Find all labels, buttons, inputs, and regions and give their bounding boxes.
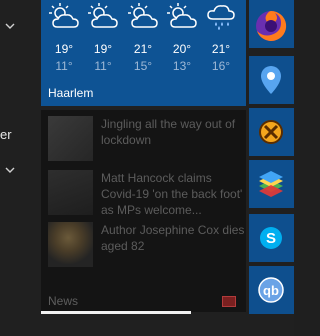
sun-cloud-icon <box>167 3 197 28</box>
start-menu: er 19° 11° 19° 11° 21° 15° 20° 13° 21° 1… <box>0 0 294 336</box>
high-temp: 20° <box>172 42 192 56</box>
forecast-day: 21° 16° <box>202 0 240 80</box>
chevron-down-icon[interactable] <box>4 20 16 32</box>
news-headline: Matt Hancock claims Covid-19 'on the bac… <box>101 171 243 217</box>
forecast-day: 19° 11° <box>84 0 122 80</box>
svg-text:qb: qb <box>263 283 279 298</box>
weather-tile[interactable]: 19° 11° 19° 11° 21° 15° 20° 13° 21° 16° … <box>41 0 246 106</box>
high-temp: 19° <box>93 42 113 56</box>
sun-cloud-icon <box>49 3 79 28</box>
rain-cloud-icon <box>207 5 235 30</box>
bluestacks-icon <box>259 171 283 197</box>
app-list-item-label[interactable]: er <box>0 127 12 142</box>
qbittorrent-icon: qb <box>258 277 284 303</box>
app-tile-bluestacks[interactable] <box>249 160 294 208</box>
svg-text:S: S <box>266 230 276 247</box>
sun-cloud-icon <box>88 3 118 28</box>
forecast-day: 19° 11° <box>45 0 83 80</box>
news-label: News <box>48 294 79 308</box>
chevron-down-icon[interactable] <box>4 164 16 176</box>
news-thumbnail <box>48 170 93 215</box>
low-temp: 13° <box>172 59 192 73</box>
app-tile-qbittorrent[interactable]: qb <box>249 266 294 314</box>
high-temp: 21° <box>133 42 153 56</box>
news-headline: Jingling all the way out of lockdown <box>101 117 236 147</box>
forecast-days: 19° 11° 19° 11° 21° 15° 20° 13° 21° 16° <box>41 0 246 80</box>
app-list-partial: er <box>0 0 36 336</box>
news-thumbnail <box>48 116 93 161</box>
skype-icon: S <box>260 227 282 249</box>
low-temp: 11° <box>94 59 112 73</box>
news-item[interactable]: Jingling all the way out of lockdown <box>48 116 240 162</box>
pie-icon <box>259 120 283 144</box>
low-temp: 11° <box>55 59 73 73</box>
app-tile-firefox[interactable] <box>249 0 294 48</box>
app-tile-pie[interactable] <box>249 108 294 156</box>
high-temp: 21° <box>211 42 231 56</box>
forecast-day: 20° 13° <box>163 0 201 80</box>
firefox-icon <box>256 10 287 41</box>
high-temp: 19° <box>54 42 74 56</box>
maps-pin-icon <box>261 66 281 94</box>
tile-progress-bar <box>41 311 191 314</box>
news-thumbnail <box>48 222 93 267</box>
app-tile-skype[interactable]: S <box>249 214 294 262</box>
news-headline: Author Josephine Cox dies aged 82 <box>101 223 245 253</box>
news-badge-icon <box>222 296 236 307</box>
forecast-day: 21° 15° <box>124 0 162 80</box>
app-tile-maps[interactable] <box>249 56 294 104</box>
sun-cloud-icon <box>128 3 158 28</box>
news-item[interactable]: Matt Hancock claims Covid-19 'on the bac… <box>48 170 242 217</box>
news-tile[interactable]: Jingling all the way out of lockdown Mat… <box>41 110 246 312</box>
weather-city: Haarlem <box>48 86 94 100</box>
low-temp: 16° <box>211 59 231 73</box>
news-item[interactable]: Author Josephine Cox dies aged 82 <box>48 222 244 268</box>
low-temp: 15° <box>133 59 153 73</box>
